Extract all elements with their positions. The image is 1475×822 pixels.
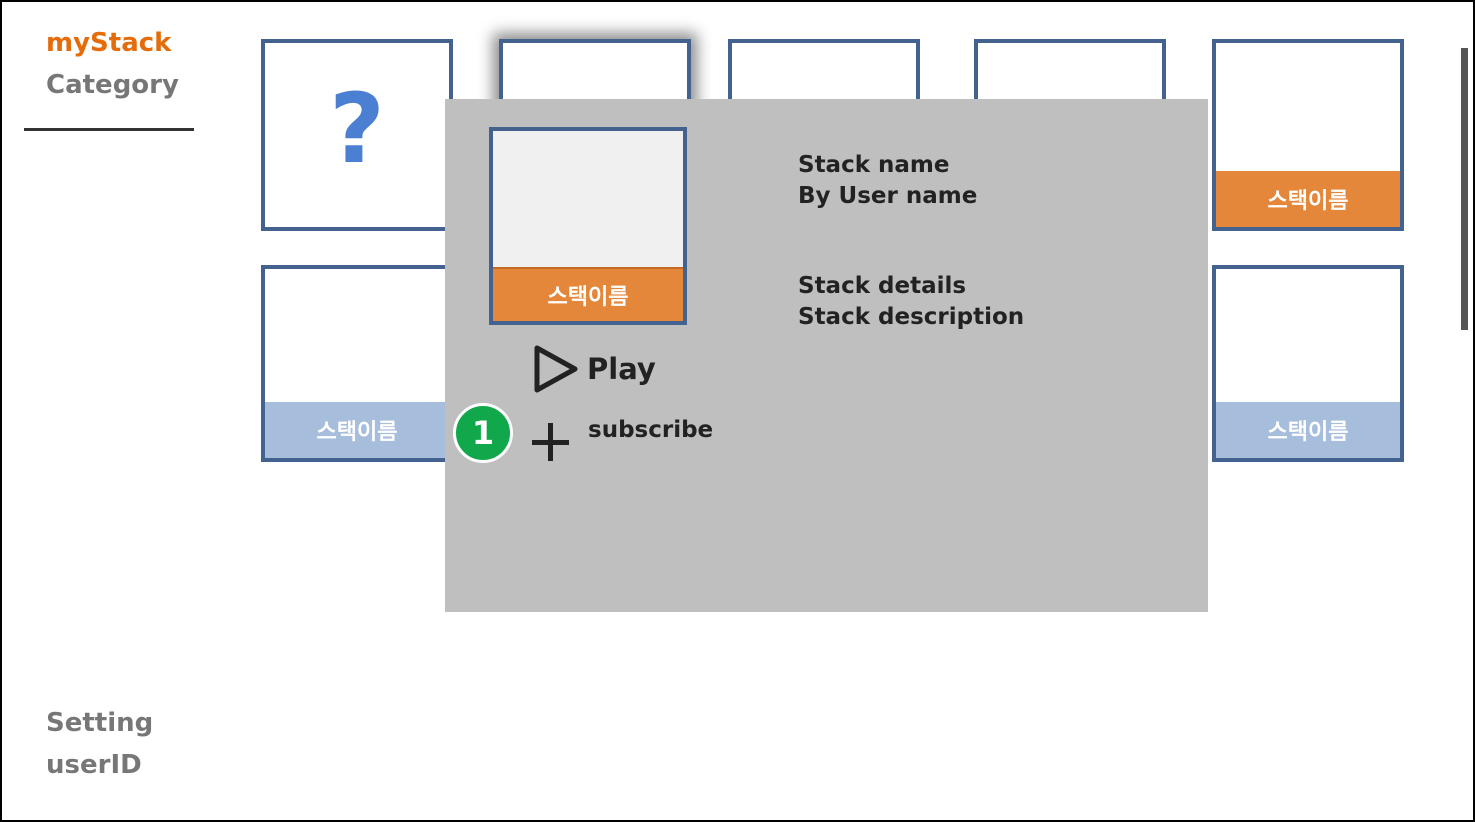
stack-description: Stack description: [798, 304, 1025, 330]
stack-tile[interactable]: 스택이름: [1212, 39, 1404, 231]
stack-tile-label: 스택이름: [1216, 402, 1400, 458]
stack-tile-label: 스택이름: [265, 402, 449, 458]
stack-tile-unknown[interactable]: ?: [261, 39, 453, 231]
stack-tile[interactable]: 스택이름: [1212, 265, 1404, 462]
nav-userid[interactable]: userID: [46, 750, 142, 780]
question-icon: ?: [329, 73, 385, 185]
sidebar-divider: [24, 128, 194, 131]
modal-stack-label: 스택이름: [493, 267, 683, 321]
stack-name: Stack name: [798, 152, 950, 178]
play-icon: [534, 345, 578, 393]
nav-category[interactable]: Category: [46, 70, 179, 100]
plus-icon: [532, 423, 569, 461]
play-button[interactable]: Play: [531, 343, 656, 395]
nav-mystack[interactable]: myStack: [46, 28, 171, 58]
nav-setting[interactable]: Setting: [46, 708, 153, 738]
stack-details: Stack details: [798, 273, 967, 299]
play-label: Play: [587, 352, 656, 386]
stack-tile[interactable]: 스택이름: [261, 265, 453, 462]
stack-title-block: Stack name By User name: [798, 150, 977, 212]
stack-details-block: Stack details Stack description: [798, 271, 1024, 333]
modal-stack-thumbnail: 스택이름: [489, 127, 687, 325]
subscribe-label: subscribe: [588, 417, 714, 443]
step-badge: 1: [453, 403, 513, 463]
stack-tile-label: 스택이름: [1216, 171, 1400, 227]
stack-author: By User name: [798, 183, 978, 209]
stack-detail-modal: 스택이름 Stack name By User name Stack detai…: [445, 99, 1208, 612]
subscribe-button[interactable]: subscribe: [531, 413, 731, 463]
scrollbar-thumb[interactable]: [1461, 48, 1468, 330]
